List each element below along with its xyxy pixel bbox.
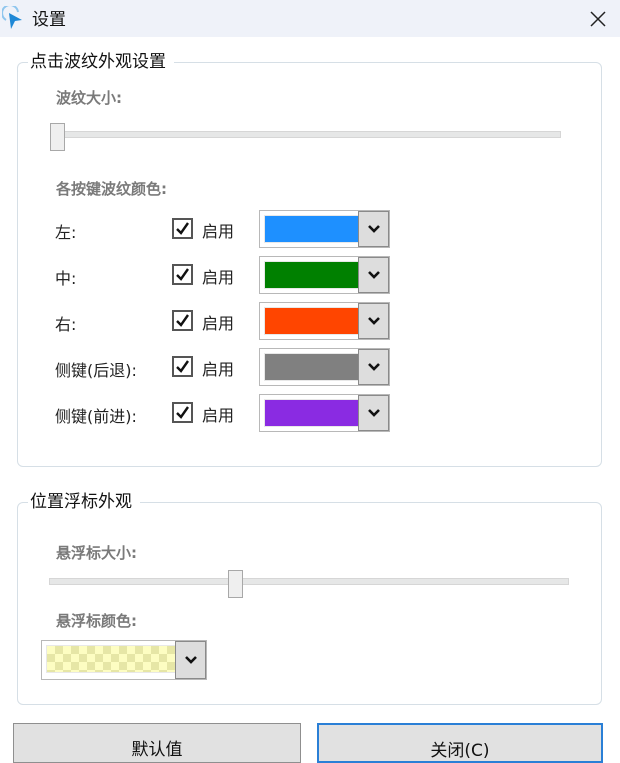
slider-track	[50, 131, 561, 138]
hover-color-picker[interactable]	[41, 640, 207, 680]
hover-marker-group: 位置浮标外观 悬浮标大小: 悬浮标颜色:	[17, 492, 602, 705]
slider-thumb[interactable]	[228, 570, 243, 598]
enable-label: 启用	[202, 360, 235, 379]
close-icon	[590, 10, 606, 27]
color-picker[interactable]	[259, 256, 390, 294]
checkmark-icon	[176, 360, 189, 373]
ripple-color-row: 侧键(后退): 启用	[18, 347, 601, 387]
hover-size-slider[interactable]	[49, 570, 569, 598]
chevron-down-icon	[367, 225, 380, 233]
chevron-down-icon	[367, 363, 380, 371]
close-button[interactable]	[576, 0, 620, 37]
enable-label: 启用	[202, 268, 235, 287]
color-swatch	[264, 261, 359, 289]
checkmark-icon	[176, 268, 189, 281]
button-name-label: 右:	[55, 315, 77, 334]
hover-color-swatch	[46, 645, 176, 673]
group-legend: 位置浮标外观	[28, 492, 140, 512]
enable-label: 启用	[202, 406, 235, 425]
color-swatch	[264, 399, 359, 427]
color-picker[interactable]	[259, 394, 390, 432]
window-title: 设置	[32, 10, 66, 30]
button-colors-label: 各按键波纹颜色:	[56, 180, 167, 198]
color-swatch	[264, 215, 359, 243]
hover-size-label: 悬浮标大小:	[56, 544, 137, 562]
button-name-label: 左:	[55, 223, 77, 242]
checkmark-icon	[176, 406, 189, 419]
chevron-down-icon	[184, 656, 197, 664]
ripple-size-slider[interactable]	[50, 123, 561, 151]
enable-checkbox[interactable]	[172, 264, 193, 285]
dropdown-button[interactable]	[358, 395, 389, 431]
color-swatch	[264, 307, 359, 335]
slider-track	[49, 578, 569, 585]
enable-checkbox[interactable]	[172, 402, 193, 423]
enable-label: 启用	[202, 222, 235, 241]
color-swatch	[264, 353, 359, 381]
group-legend: 点击波纹外观设置	[28, 52, 174, 72]
button-name-label: 侧键(后退):	[55, 361, 137, 380]
close-dialog-button[interactable]: 关闭(C)	[317, 723, 603, 763]
ripple-color-row: 中: 启用	[18, 255, 601, 295]
dropdown-button[interactable]	[358, 257, 389, 293]
checkmark-icon	[176, 314, 189, 327]
close-dialog-label: 关闭(C)	[430, 741, 490, 761]
button-name-label: 侧键(前进):	[55, 407, 137, 426]
enable-checkbox[interactable]	[172, 356, 193, 377]
title-bar: 设置	[0, 0, 620, 37]
enable-checkbox[interactable]	[172, 310, 193, 331]
ripple-size-label: 波纹大小:	[56, 89, 122, 107]
color-picker[interactable]	[259, 302, 390, 340]
ripple-color-row: 右: 启用	[18, 301, 601, 341]
ripple-appearance-group: 点击波纹外观设置 波纹大小: 各按键波纹颜色: 左: 启用 中: 启用 右: 启用 侧键(后…	[17, 52, 602, 467]
default-values-button[interactable]: 默认值	[13, 723, 301, 763]
dropdown-button[interactable]	[175, 641, 206, 679]
dropdown-button[interactable]	[358, 211, 389, 247]
color-picker[interactable]	[259, 210, 390, 248]
dropdown-button[interactable]	[358, 303, 389, 339]
slider-thumb[interactable]	[50, 123, 65, 151]
chevron-down-icon	[367, 409, 380, 417]
default-values-label: 默认值	[131, 740, 183, 760]
enable-checkbox[interactable]	[172, 218, 193, 239]
ripple-color-row: 侧键(前进): 启用	[18, 393, 601, 433]
button-name-label: 中:	[55, 269, 77, 288]
enable-label: 启用	[202, 314, 235, 333]
hover-color-label: 悬浮标颜色:	[56, 612, 137, 630]
ripple-color-row: 左: 启用	[18, 209, 601, 249]
chevron-down-icon	[367, 317, 380, 325]
cursor-ripple-icon	[2, 6, 22, 29]
checkmark-icon	[176, 222, 189, 235]
dropdown-button[interactable]	[358, 349, 389, 385]
color-picker[interactable]	[259, 348, 390, 386]
chevron-down-icon	[367, 271, 380, 279]
